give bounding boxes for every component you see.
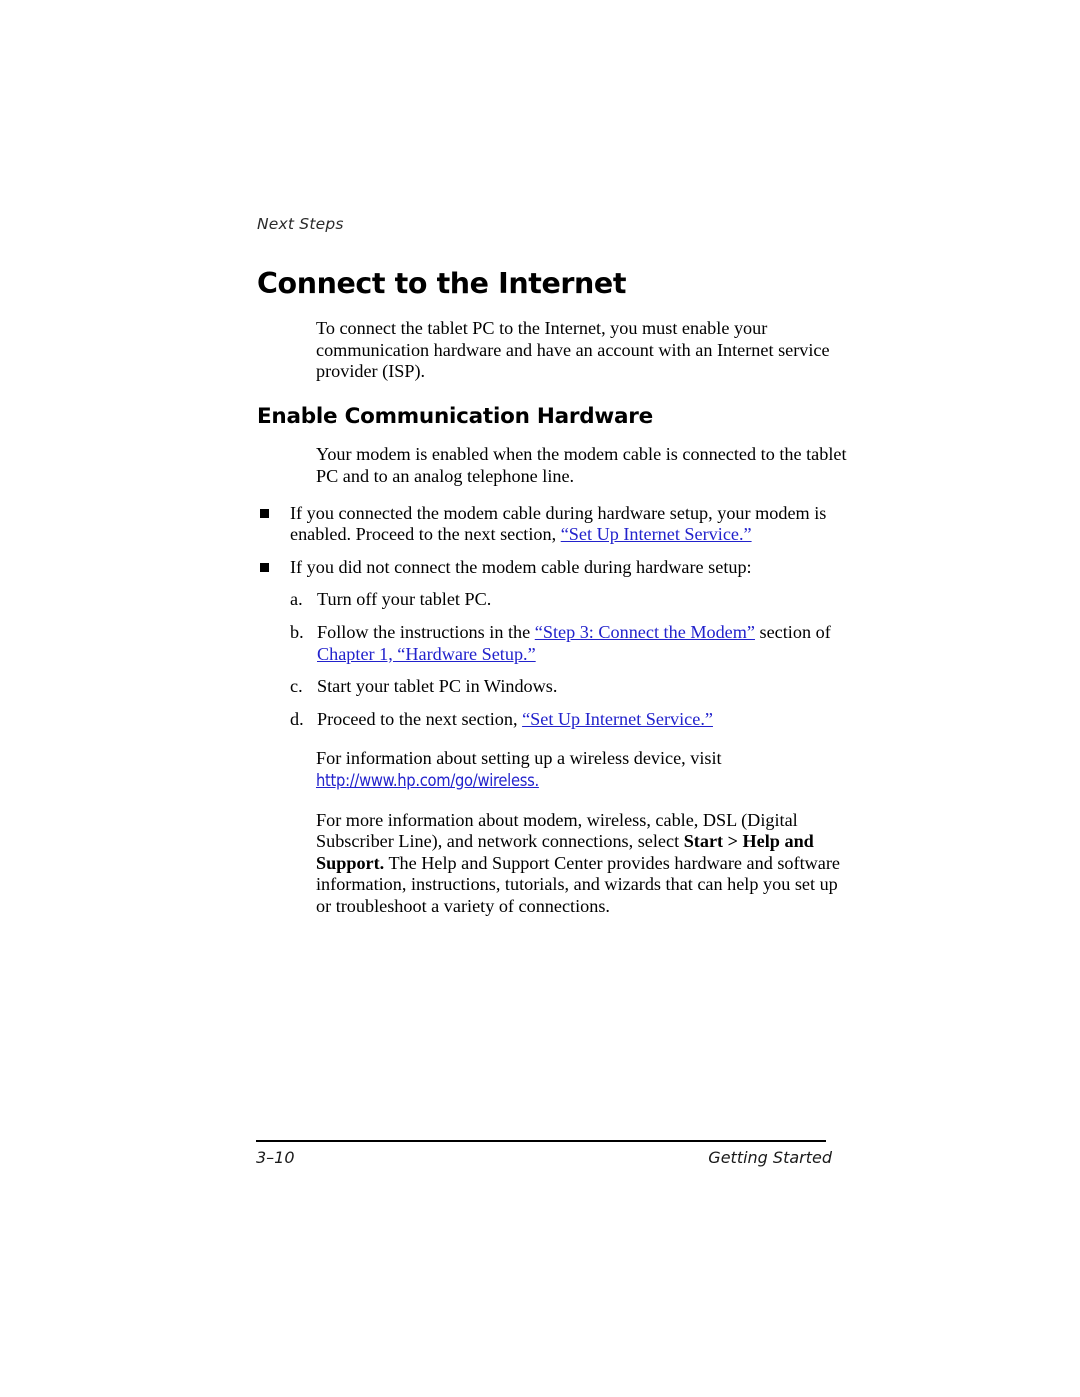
intro-paragraph: To connect the tablet PC to the Internet… [316, 317, 830, 382]
step-text: Follow the instructions in the [317, 621, 535, 642]
guide-name: Getting Started [708, 1148, 832, 1167]
document-page: Next Steps Connect to the Internet To co… [0, 0, 1080, 1397]
wireless-text: For information about setting up a wirel… [316, 748, 722, 769]
step-marker: b. [290, 621, 304, 642]
list-item: d. Proceed to the next section, “Set Up I… [290, 709, 847, 731]
more-info-text-part2: The Help and Support Center provides har… [316, 852, 840, 916]
step-marker: d. [290, 708, 304, 729]
list-item: a. Turn off your tablet PC. [290, 589, 847, 611]
page-number: 3–10 [256, 1148, 295, 1167]
bullet-text: If you did not connect the modem cable d… [290, 556, 752, 577]
footer-divider [256, 1140, 826, 1142]
page-content: Connect to the Internet To connect the t… [257, 268, 847, 918]
step-text: Proceed to the next section, [317, 708, 523, 729]
step-text: Start your tablet PC in Windows. [317, 676, 558, 697]
cross-reference-link[interactable]: “Set Up Internet Service.” [561, 524, 752, 544]
list-item: If you connected the modem cable during … [257, 503, 847, 546]
square-bullet-icon [260, 509, 269, 519]
lettered-step-list: a. Turn off your tablet PC. b. Follow the… [290, 589, 847, 730]
cross-reference-link[interactable]: “Step 3: Connect the Modem” [535, 622, 755, 642]
square-bullet-icon [260, 563, 269, 573]
list-item: c. Start your tablet PC in Windows. [290, 676, 847, 698]
wireless-paragraph: For information about setting up a wirel… [316, 748, 847, 791]
section-heading: Enable Communication Hardware [257, 403, 653, 429]
cross-reference-link[interactable]: “Set Up Internet Service.” [522, 709, 713, 729]
list-item: If you did not connect the modem cable d… [257, 557, 847, 579]
list-item: b. Follow the instructions in the “Step 3… [290, 622, 847, 665]
more-info-paragraph: For more information about modem, wirele… [316, 810, 847, 918]
section-intro-paragraph: Your modem is enabled when the modem cab… [316, 444, 847, 486]
running-header: Next Steps [257, 215, 344, 233]
step-text: Turn off your tablet PC. [317, 589, 492, 610]
step-marker: c. [290, 676, 303, 697]
page-title: Connect to the Internet [257, 267, 627, 300]
cross-reference-link[interactable]: Chapter 1, “Hardware Setup.” [317, 644, 536, 664]
step-text: section of [754, 621, 831, 642]
bullet-list: If you connected the modem cable during … [257, 503, 847, 579]
wireless-url-link[interactable]: http://www.hp.com/go/wireless. [316, 771, 539, 790]
step-marker: a. [290, 589, 303, 610]
